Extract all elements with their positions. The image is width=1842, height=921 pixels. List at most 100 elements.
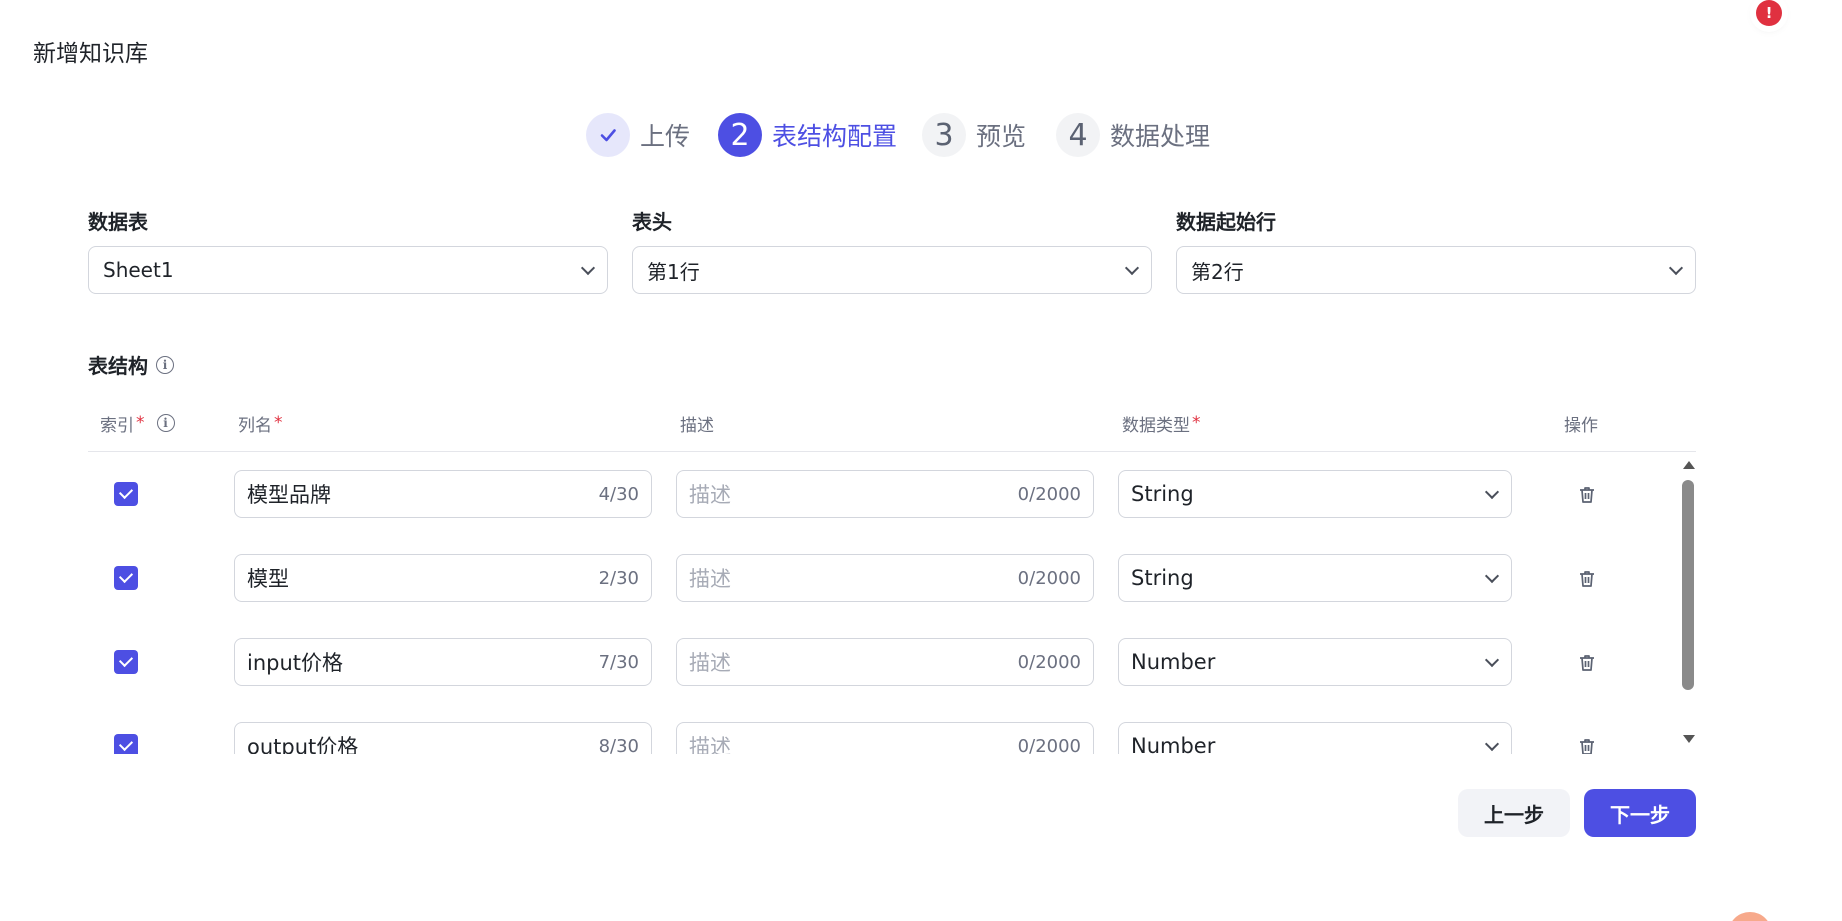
sheet-label: 数据表	[88, 210, 148, 234]
required-mark: *	[136, 413, 145, 433]
stepper: 上传 2 表结构配置 3 预览 4 数据处理	[0, 113, 1842, 157]
info-icon[interactable]: i	[156, 414, 175, 432]
description-input[interactable]: 描述 0/2000	[676, 638, 1094, 686]
char-count: 4/30	[598, 483, 639, 505]
column-header-label: 描述	[680, 415, 714, 436]
trash-icon[interactable]	[1577, 653, 1597, 673]
char-count: 0/2000	[1017, 567, 1081, 589]
description-placeholder: 描述	[689, 483, 731, 507]
sheet-value: Sheet1	[103, 258, 174, 282]
check-icon	[586, 113, 630, 157]
start-row-value: 第2行	[1191, 259, 1244, 284]
schema-table-header: 索引 * i 列名 * 描述 数据类型 * 操作	[88, 408, 1696, 452]
info-icon[interactable]: i	[156, 355, 174, 374]
column-header-label: 列名	[238, 415, 272, 436]
column-name-input[interactable]: 模型 2/30	[234, 554, 652, 602]
description-input[interactable]: 描述 0/2000	[676, 470, 1094, 518]
column-name-input[interactable]: input价格 7/30	[234, 638, 652, 686]
scroll-up-icon[interactable]	[1683, 461, 1695, 469]
description-input[interactable]: 描述 0/2000	[676, 722, 1094, 754]
step-label: 数据处理	[1110, 122, 1211, 151]
step-data-processing[interactable]: 4 数据处理	[1056, 113, 1210, 157]
step-preview[interactable]: 3 预览	[922, 113, 1026, 157]
step-label: 预览	[976, 122, 1027, 151]
trash-icon[interactable]	[1577, 737, 1597, 754]
required-mark: *	[274, 413, 283, 433]
step-label: 表结构配置	[772, 122, 898, 151]
step-label: 上传	[640, 122, 691, 151]
description-placeholder: 描述	[689, 735, 731, 754]
data-type-value: String	[1131, 482, 1194, 506]
chevron-down-icon	[1484, 652, 1500, 668]
description-placeholder: 描述	[689, 567, 731, 591]
page-title: 新增知识库	[33, 41, 148, 67]
index-checkbox[interactable]	[114, 650, 138, 674]
table-row: output价格 8/30 描述 0/2000 Number	[88, 704, 1696, 754]
data-type-value: String	[1131, 566, 1194, 590]
table-row: 模型品牌 4/30 描述 0/2000 String	[88, 452, 1696, 536]
start-row-select[interactable]: 第2行	[1176, 246, 1696, 294]
next-step-button[interactable]: 下一步	[1584, 789, 1696, 837]
column-name-value: 模型	[247, 567, 289, 591]
chevron-down-icon	[1124, 260, 1140, 276]
scroll-thumb[interactable]	[1682, 480, 1694, 690]
chevron-down-icon	[1668, 260, 1684, 276]
char-count: 8/30	[598, 735, 639, 755]
column-name-input[interactable]: output价格 8/30	[234, 722, 652, 754]
column-name-value: input价格	[247, 651, 344, 675]
column-header-type: 数据类型 *	[1122, 408, 1201, 438]
column-header-label: 数据类型	[1122, 415, 1190, 436]
step-number: 2	[718, 113, 762, 157]
start-row-field: 数据起始行 第2行	[1176, 208, 1696, 294]
data-type-select[interactable]: Number	[1118, 638, 1512, 686]
data-type-select[interactable]: String	[1118, 554, 1512, 602]
step-upload[interactable]: 上传	[586, 113, 690, 157]
table-row: 模型 2/30 描述 0/2000 String	[88, 536, 1696, 620]
alert-badge[interactable]: !	[1756, 0, 1782, 26]
column-header-label: 索引	[100, 415, 134, 436]
prev-step-button[interactable]: 上一步	[1458, 789, 1570, 837]
data-type-value: Number	[1131, 734, 1216, 754]
data-type-select[interactable]: String	[1118, 470, 1512, 518]
column-name-input[interactable]: 模型品牌 4/30	[234, 470, 652, 518]
column-header-label: 操作	[1564, 415, 1598, 436]
description-input[interactable]: 描述 0/2000	[676, 554, 1094, 602]
schema-title: 表结构	[88, 354, 148, 378]
required-mark: *	[1192, 413, 1201, 433]
trash-icon[interactable]	[1577, 569, 1597, 589]
start-row-label: 数据起始行	[1176, 210, 1276, 234]
description-placeholder: 描述	[689, 651, 731, 675]
data-type-select[interactable]: Number	[1118, 722, 1512, 754]
scroll-down-icon[interactable]	[1683, 735, 1695, 743]
index-checkbox[interactable]	[114, 482, 138, 506]
char-count: 0/2000	[1017, 735, 1081, 755]
char-count: 7/30	[598, 651, 639, 673]
sheet-select[interactable]: Sheet1	[88, 246, 608, 294]
char-count: 0/2000	[1017, 651, 1081, 673]
trash-icon[interactable]	[1577, 485, 1597, 505]
index-checkbox[interactable]	[114, 566, 138, 590]
data-type-value: Number	[1131, 650, 1216, 674]
column-header-index: 索引 * i	[100, 408, 175, 438]
header-row-select[interactable]: 第1行	[632, 246, 1152, 294]
table-row: input价格 7/30 描述 0/2000 Number	[88, 620, 1696, 704]
column-header-description: 描述	[680, 408, 714, 438]
index-checkbox[interactable]	[114, 734, 138, 754]
chevron-down-icon	[580, 260, 596, 276]
table-scrollbar[interactable]	[1680, 452, 1696, 754]
column-header-actions: 操作	[1564, 408, 1598, 438]
schema-table-body: 模型品牌 4/30 描述 0/2000 String 模型 2/30 描述 0/…	[88, 452, 1696, 754]
char-count: 2/30	[598, 567, 639, 589]
chevron-down-icon	[1484, 484, 1500, 500]
step-schema-config[interactable]: 2 表结构配置	[718, 113, 897, 157]
header-row-label: 表头	[632, 210, 672, 234]
step-number: 3	[922, 113, 966, 157]
chevron-down-icon	[1484, 568, 1500, 584]
column-name-value: 模型品牌	[247, 483, 331, 507]
column-name-value: output价格	[247, 735, 359, 754]
schema-section-title: 表结构 i	[88, 350, 174, 379]
chevron-down-icon	[1484, 736, 1500, 752]
char-count: 0/2000	[1017, 483, 1081, 505]
header-row-value: 第1行	[647, 259, 700, 284]
assistant-launcher-icon[interactable]	[1728, 912, 1772, 921]
